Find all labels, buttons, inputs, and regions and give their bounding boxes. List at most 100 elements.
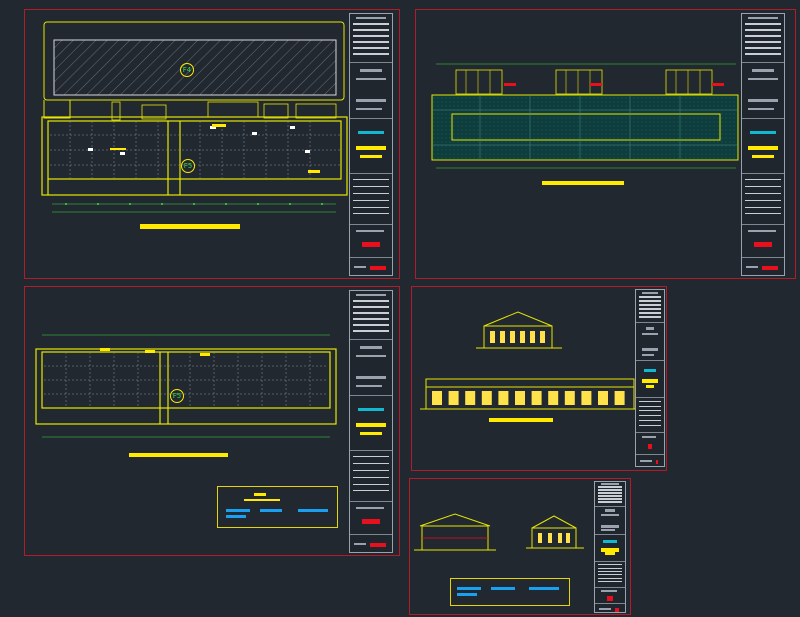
title-block-yellow-field [601,547,619,552]
title-block-yellow-field [752,154,774,158]
title-block-red-field [648,443,652,449]
title-block-text-field [640,459,652,462]
title-block-divider [595,561,625,563]
title-block-text-field [360,68,382,72]
title-block-row [639,410,661,412]
title-block-row [598,492,622,495]
title-block-row [353,213,389,215]
title-block-row [353,483,389,485]
title-block-row [639,316,661,319]
title-block-divider [595,586,625,588]
grid-marker-a: F4 [180,63,194,77]
title-block-text-field [360,345,382,349]
title-block-red-field [762,266,778,271]
sheet1-title-bar [140,224,240,229]
legend-entry [457,587,481,590]
title-block-divider [742,224,784,226]
grid-marker-b: F5 [181,159,195,173]
title-block-text-field [601,589,617,592]
title-block-row [745,213,781,215]
title-block-row [353,490,389,492]
title-block-row [745,46,781,49]
title-block-divider [350,224,392,226]
title-block-text-field [354,266,366,269]
title-block-row [639,308,661,311]
section-a [414,513,496,551]
title-block-red-field [370,543,386,548]
title-block-row [598,564,622,566]
title-block-yellow-field [360,154,382,158]
title-block-text-field [356,16,386,19]
title-block-text-field [642,347,658,351]
title-block-logo-mark [358,131,384,135]
title-block-logo-mark [603,540,617,544]
title-block-row [353,469,389,471]
title-block-row [353,28,389,31]
title-block-row [598,574,622,576]
upper-plan-outline [35,348,337,425]
title-block-text-field [748,108,774,111]
legend-entry [226,515,246,518]
title-block-row [353,34,389,37]
title-block-text-field [748,77,778,80]
title-block-yellow-field [605,552,615,556]
title-block-text-field [646,326,654,330]
sheet3-title-bar [129,453,228,457]
title-block-row [639,401,661,403]
title-block-row [639,312,661,315]
hatched-area [53,39,337,96]
title-block-row [598,581,622,583]
title-block-row [639,405,661,407]
title-block-text-field [356,385,382,388]
title-block-text-field [642,435,656,438]
title-block-sheet5 [594,481,626,613]
legend-entry [491,587,515,590]
title-block-divider [350,172,392,174]
title-block-row [353,52,389,55]
title-block-row [353,305,389,308]
title-block-red-field [370,266,386,271]
title-block-row [745,22,781,25]
title-block-text-field [356,230,384,233]
title-block-row [353,192,389,194]
title-block-divider [595,505,625,507]
title-block-row [353,455,389,457]
title-block-text-field [748,99,778,103]
title-block-text-field [601,483,619,486]
elevation-window [614,391,625,405]
title-block-row [745,34,781,37]
title-block-yellow-field [642,379,658,383]
title-block-row [745,28,781,31]
legend-entry [529,587,559,590]
title-block-row [745,192,781,194]
title-block-row [745,206,781,208]
roof-plan [431,63,739,169]
title-block-row [598,570,622,572]
title-block-divider [595,533,625,535]
title-block-row [598,577,622,579]
title-block-row [353,311,389,314]
title-block-row [353,476,389,478]
title-block-text-field [642,353,654,356]
ground-plan-outline [41,116,348,196]
elevation-window [432,391,442,405]
title-block-row [745,185,781,187]
title-block-logo-mark [358,408,384,412]
title-block-row [639,419,661,421]
title-block-row [353,46,389,49]
title-block-row [353,40,389,43]
title-block-divider [636,397,664,399]
sheet2-title-bar [542,181,624,185]
title-block-divider [636,322,664,324]
title-block-row [353,178,389,180]
title-block-divider [742,61,784,63]
title-block-red-field [656,459,658,464]
title-block-text-field [356,293,386,296]
title-block-row [598,501,622,504]
elevation-window [515,391,525,405]
title-block-text-field [354,543,366,546]
title-block-text-field [356,77,386,80]
title-block-text-field [605,509,615,513]
title-block-row [353,317,389,320]
section-b [526,515,584,549]
